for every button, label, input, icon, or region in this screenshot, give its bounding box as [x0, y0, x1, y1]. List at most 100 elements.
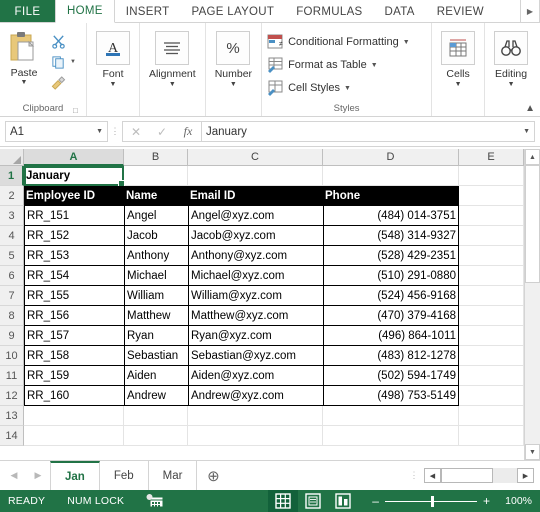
tab-data[interactable]: DATA [374, 0, 426, 23]
grid-cell[interactable] [124, 426, 188, 446]
grid-cell[interactable]: (528) 429-2351 [323, 246, 459, 266]
grid-cell[interactable] [459, 406, 524, 426]
grid-cell[interactable] [323, 166, 459, 186]
column-header-e[interactable]: E [459, 149, 524, 166]
grid-cell[interactable]: Jacob@xyz.com [188, 226, 323, 246]
zoom-slider-track[interactable] [384, 495, 477, 507]
copy-dropdown-caret[interactable]: ▼ [70, 59, 76, 65]
collapse-ribbon-icon[interactable]: ▲ [525, 103, 535, 114]
grid-cell[interactable] [459, 226, 524, 246]
fx-icon[interactable]: fx [175, 124, 201, 139]
number-button[interactable]: % Number ▼ [206, 27, 261, 89]
font-dropdown-caret[interactable]: ▼ [110, 80, 117, 89]
grid-cell[interactable]: RR_156 [24, 306, 124, 326]
row-header-7[interactable]: 7 [0, 286, 24, 306]
grid-cell[interactable] [459, 366, 524, 386]
alignment-dropdown-caret[interactable]: ▼ [169, 80, 176, 89]
name-box-caret-icon[interactable]: ▼ [96, 128, 103, 135]
row-header-1[interactable]: 1 [0, 166, 24, 186]
table-header-cell[interactable]: Email ID [188, 190, 323, 202]
grid-cell[interactable] [24, 426, 124, 446]
grid-cell[interactable]: Aiden@xyz.com [188, 366, 323, 386]
conditional-formatting-caret[interactable]: ▼ [403, 39, 410, 46]
horizontal-scrollbar[interactable]: ◀ ▶ [424, 468, 534, 483]
grid-cell[interactable]: Anthony@xyz.com [188, 246, 323, 266]
grid-cell[interactable]: (510) 291-0880 [323, 266, 459, 286]
grid-cell[interactable] [323, 426, 459, 446]
grid-cell[interactable] [124, 406, 188, 426]
alignment-button[interactable]: Alignment ▼ [140, 27, 205, 89]
grid-cell[interactable]: Sebastian [124, 346, 188, 366]
row-header-3[interactable]: 3 [0, 206, 24, 226]
format-painter-button[interactable] [48, 73, 68, 93]
grid-cell[interactable]: Aiden [124, 366, 188, 386]
row-header-13[interactable]: 13 [0, 406, 24, 426]
row-header-12[interactable]: 12 [0, 386, 24, 406]
cells-button[interactable]: Cells ▼ [432, 27, 484, 89]
grid-cell[interactable]: Sebastian@xyz.com [188, 346, 323, 366]
hscroll-left-icon[interactable]: ◀ [424, 468, 441, 483]
grid-cell[interactable]: Andrew [124, 386, 188, 406]
grid-cell[interactable]: (502) 594-1749 [323, 366, 459, 386]
formula-input[interactable]: January ▼ [201, 121, 535, 142]
grid-cell[interactable] [459, 206, 524, 226]
copy-button[interactable]: ▼ [48, 52, 76, 72]
add-sheet-icon[interactable]: ⊕ [197, 467, 229, 485]
grid-cell[interactable]: (548) 314-9327 [323, 226, 459, 246]
editing-dropdown-caret[interactable]: ▼ [508, 80, 515, 89]
grid-cell[interactable] [323, 406, 459, 426]
grid-cell[interactable]: RR_157 [24, 326, 124, 346]
grid-cell[interactable]: Angel@xyz.com [188, 206, 323, 226]
row-header-14[interactable]: 14 [0, 426, 24, 446]
tab-file[interactable]: FILE [0, 0, 55, 23]
grid-cell[interactable]: RR_160 [24, 386, 124, 406]
grid-cell[interactable] [459, 186, 524, 206]
record-macro-icon[interactable] [146, 494, 164, 508]
grid-cell[interactable]: Michael@xyz.com [188, 266, 323, 286]
row-header-11[interactable]: 11 [0, 366, 24, 386]
row-header-4[interactable]: 4 [0, 226, 24, 246]
hscroll-right-icon[interactable]: ▶ [517, 468, 534, 483]
paste-dropdown-caret[interactable]: ▼ [21, 79, 28, 87]
page-layout-view-button[interactable] [298, 490, 328, 512]
row-header-6[interactable]: 6 [0, 266, 24, 286]
grid-cell[interactable] [459, 306, 524, 326]
grid-cell[interactable] [459, 246, 524, 266]
grid-cell[interactable]: Jacob [124, 226, 188, 246]
grid-cell[interactable]: Angel [124, 206, 188, 226]
zoom-slider-handle[interactable] [430, 495, 434, 507]
grid-cell[interactable]: (496) 864-1011 [323, 326, 459, 346]
row-header-10[interactable]: 10 [0, 346, 24, 366]
tab-review[interactable]: REVIEW [426, 0, 495, 23]
grid-cell[interactable]: Anthony [124, 246, 188, 266]
cancel-icon[interactable]: ✕ [123, 125, 149, 139]
grid-cell[interactable]: (498) 753-5149 [323, 386, 459, 406]
grid-cell[interactable] [124, 166, 188, 186]
conditional-formatting-button[interactable]: ≠ Conditional Formatting ▼ [267, 32, 410, 52]
name-box[interactable]: A1 ▼ [5, 121, 108, 142]
row-header-9[interactable]: 9 [0, 326, 24, 346]
cells-dropdown-caret[interactable]: ▼ [455, 80, 462, 89]
select-all-corner[interactable] [0, 149, 24, 166]
tab-insert[interactable]: INSERT [115, 0, 181, 23]
grid-cell[interactable] [459, 166, 524, 186]
grid-cell[interactable] [459, 346, 524, 366]
cut-button[interactable] [48, 31, 68, 51]
cell-styles-button[interactable]: Cell Styles ▼ [267, 78, 410, 98]
row-header-5[interactable]: 5 [0, 246, 24, 266]
sheet-next-icon[interactable]: ▶ [35, 470, 42, 481]
grid-cell[interactable]: Matthew [124, 306, 188, 326]
editing-button[interactable]: Editing ▼ [485, 27, 537, 89]
column-header-c[interactable]: C [188, 149, 323, 166]
table-header-cell[interactable]: Employee ID [24, 190, 124, 202]
grid-cell[interactable]: RR_154 [24, 266, 124, 286]
sheet-tab-feb[interactable]: Feb [100, 461, 149, 490]
grid-cell[interactable] [188, 166, 323, 186]
sheet-tab-jan[interactable]: Jan [50, 460, 100, 491]
column-header-a[interactable]: A [24, 149, 124, 166]
vertical-scrollbar[interactable]: ▲ ▼ [524, 149, 540, 460]
vertical-scroll-track[interactable] [525, 165, 540, 444]
sheet-prev-icon[interactable]: ◀ [11, 470, 18, 481]
page-break-view-button[interactable] [328, 490, 358, 512]
sheet-tab-mar[interactable]: Mar [149, 461, 198, 490]
